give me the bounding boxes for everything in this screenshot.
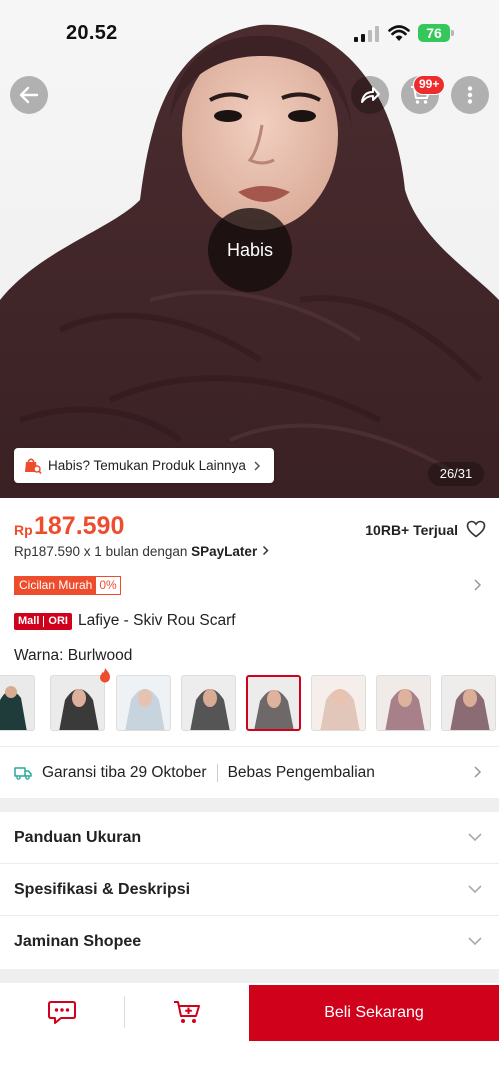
heart-icon[interactable] [466, 520, 486, 538]
battery-level: 76 [426, 25, 442, 41]
sold-out-label: Habis [226, 239, 274, 260]
variant-key: Warna: [14, 647, 64, 664]
variant-thumb[interactable] [116, 675, 171, 731]
variant-thumb[interactable] [441, 675, 496, 731]
section-label: Spesifikasi & Deskripsi [14, 881, 191, 898]
promo-row[interactable]: Cicilan Murah 0% [14, 576, 486, 596]
installment-info[interactable]: Rp187.590 x 1 bulan dengan SPayLater [14, 544, 270, 559]
variant-value: Burlwood [67, 647, 133, 664]
shopping-bag-search-icon [25, 458, 42, 474]
more-button[interactable] [451, 76, 489, 114]
delivery-truck-icon [14, 767, 32, 780]
section-gap [0, 798, 499, 812]
variant-thumb[interactable] [0, 675, 35, 731]
signal-icon [354, 26, 379, 42]
product-image-carousel[interactable]: 20.52 76 99+ Habis Habis? Temukan Produk… [0, 0, 499, 498]
chevron-right-icon [474, 766, 482, 778]
variant-thumb[interactable] [376, 675, 431, 731]
installment-text: Rp187.590 x 1 bulan dengan [14, 544, 192, 559]
variant-thumbnails [0, 675, 499, 731]
cart-plus-icon [174, 1001, 200, 1023]
buy-now-button[interactable]: Beli Sekarang [249, 985, 499, 1041]
price-value: 187.590 [34, 512, 125, 540]
fire-icon [100, 668, 110, 683]
status-bar: 20.52 76 [0, 0, 499, 60]
divider [0, 746, 499, 747]
back-button[interactable] [10, 76, 48, 114]
ori-label: ORI [48, 614, 68, 627]
chevron-right-icon [474, 579, 482, 591]
promo-tag-label: Cicilan Murah [15, 577, 97, 594]
section-label: Panduan Ukuran [14, 829, 142, 846]
promo-tag-rate: 0% [96, 577, 120, 594]
status-time: 20.52 [66, 22, 118, 44]
installment-promo-tag: Cicilan Murah 0% [14, 576, 121, 595]
shipping-guarantee-row[interactable]: Garansi tiba 29 Oktober Bebas Pengembali… [14, 763, 486, 783]
delivery-guarantee: Garansi tiba 29 Oktober [42, 764, 207, 781]
variant-label: Warna: Burlwood [14, 647, 132, 665]
price-row: Rp 187.590 10RB+ Terjual [14, 512, 486, 544]
sold-out-overlay: Habis [208, 208, 292, 292]
share-button[interactable] [351, 76, 389, 114]
free-returns: Bebas Pengembalian [227, 764, 375, 781]
mall-ori-badge: Mall ORI [14, 612, 72, 630]
sold-count: 10RB+ Terjual [365, 522, 458, 538]
share-icon [361, 87, 380, 103]
wifi-icon [388, 25, 410, 41]
cart-count-badge: 99+ [413, 75, 446, 95]
variant-thumb-selected[interactable] [246, 675, 301, 731]
section-label: Jaminan Shopee [14, 933, 142, 950]
find-similar-label: Habis? Temukan Produk Lainnya [48, 458, 246, 473]
chevron-down-icon [468, 937, 482, 946]
arrow-left-icon [19, 86, 39, 104]
mall-label: Mall [18, 614, 40, 627]
price-currency: Rp [14, 522, 33, 538]
chat-button[interactable] [0, 983, 124, 1041]
chevron-down-icon [468, 833, 482, 842]
chevron-down-icon [468, 885, 482, 894]
add-to-cart-button[interactable] [125, 983, 249, 1041]
divider [216, 764, 218, 782]
section-gap [0, 969, 499, 983]
find-similar-button[interactable]: Habis? Temukan Produk Lainnya [14, 448, 274, 483]
variant-thumb[interactable] [50, 675, 105, 731]
chevron-right-icon [254, 460, 260, 471]
shopee-guarantee-section[interactable]: Jaminan Shopee [0, 916, 499, 968]
size-guide-section[interactable]: Panduan Ukuran [0, 812, 499, 864]
specification-section[interactable]: Spesifikasi & Deskripsi [0, 864, 499, 916]
image-counter: 26/31 [428, 462, 484, 486]
variant-thumb[interactable] [311, 675, 366, 731]
installment-provider: SPayLater [191, 544, 258, 559]
bottom-action-bar: Beli Sekarang [0, 983, 499, 1080]
product-title: Lafiye - Skiv Rou Scarf [77, 612, 236, 629]
more-vertical-icon [467, 86, 473, 104]
battery-icon: 76 [418, 24, 454, 42]
chat-icon [48, 1001, 76, 1024]
product-title-row: Mall ORI Lafiye - Skiv Rou Scarf [14, 611, 236, 631]
chevron-right-icon [262, 545, 269, 556]
variant-thumb[interactable] [181, 675, 236, 731]
